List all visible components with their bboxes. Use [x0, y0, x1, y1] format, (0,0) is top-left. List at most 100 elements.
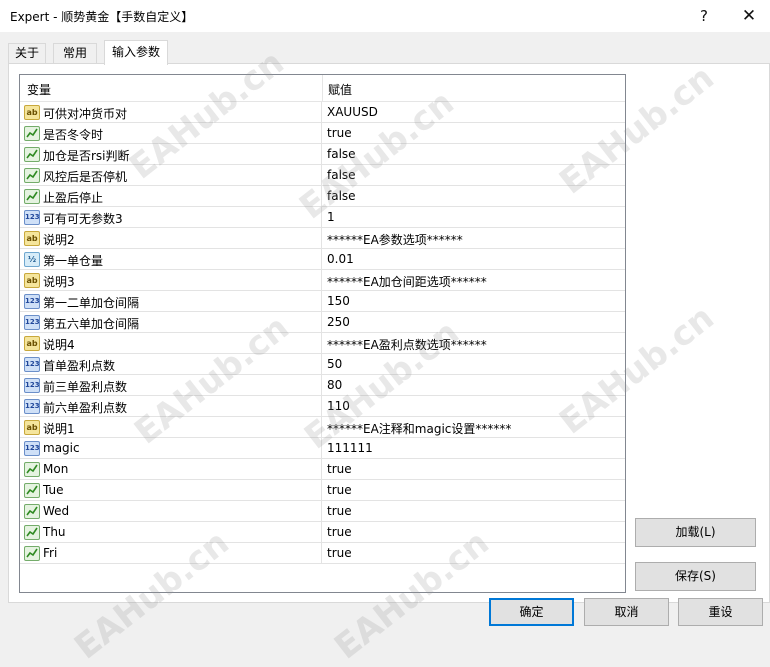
- variable-cell[interactable]: 123 可有可无参数3: [20, 207, 322, 227]
- reset-button[interactable]: 重设: [678, 598, 763, 626]
- table-row[interactable]: 是否冬令时 true: [20, 123, 625, 144]
- table-row[interactable]: 风控后是否停机 false: [20, 165, 625, 186]
- value-cell[interactable]: 110: [327, 399, 350, 413]
- variable-cell[interactable]: 123 magic: [20, 438, 322, 458]
- bool-param-icon: [24, 168, 40, 183]
- variable-cell[interactable]: ab 说明3: [20, 270, 322, 290]
- value-cell[interactable]: 150: [327, 294, 350, 308]
- value-cell[interactable]: 0.01: [327, 252, 354, 266]
- integer-param-icon: 123: [24, 378, 40, 393]
- value-cell[interactable]: true: [327, 483, 352, 497]
- variable-name: 说明2: [43, 233, 75, 247]
- bool-param-icon: [24, 126, 40, 141]
- help-button[interactable]: ?: [689, 4, 719, 28]
- grid-header: 变量 赋值: [20, 75, 625, 102]
- variable-cell[interactable]: Wed: [20, 501, 322, 521]
- value-cell[interactable]: ******EA注释和magic设置******: [327, 420, 511, 437]
- variable-cell[interactable]: 123 第五六单加仓间隔: [20, 312, 322, 332]
- table-row[interactable]: 止盈后停止 false: [20, 186, 625, 207]
- variable-name: Thu: [43, 525, 66, 539]
- variable-cell[interactable]: Tue: [20, 480, 322, 500]
- value-cell[interactable]: 1: [327, 210, 335, 224]
- variable-cell[interactable]: Thu: [20, 522, 322, 542]
- value-cell[interactable]: true: [327, 126, 352, 140]
- column-separator[interactable]: [322, 75, 323, 102]
- variable-cell[interactable]: 是否冬令时: [20, 123, 322, 143]
- value-cell[interactable]: false: [327, 168, 356, 182]
- variable-cell[interactable]: ½ 第一单仓量: [20, 249, 322, 269]
- variable-cell[interactable]: 止盈后停止: [20, 186, 322, 206]
- variable-name: 说明3: [43, 275, 75, 289]
- tab-inputs[interactable]: 输入参数: [104, 40, 168, 65]
- value-cell[interactable]: 250: [327, 315, 350, 329]
- ok-button[interactable]: 确定: [489, 598, 574, 626]
- variable-cell[interactable]: ab 说明1: [20, 417, 322, 437]
- table-row[interactable]: ab 可供对冲货币对 XAUUSD: [20, 102, 625, 123]
- value-cell[interactable]: 111111: [327, 441, 373, 455]
- table-row[interactable]: 123 magic 111111: [20, 438, 625, 459]
- variable-cell[interactable]: ab 说明4: [20, 333, 322, 353]
- table-row[interactable]: 123 首单盈利点数 50: [20, 354, 625, 375]
- load-button[interactable]: 加载(L): [635, 518, 756, 547]
- value-cell[interactable]: true: [327, 525, 352, 539]
- value-cell[interactable]: ******EA加仓间距选项******: [327, 273, 487, 290]
- variable-name: 说明4: [43, 338, 75, 352]
- table-row[interactable]: Mon true: [20, 459, 625, 480]
- table-row[interactable]: ab 说明2 ******EA参数选项******: [20, 228, 625, 249]
- value-cell[interactable]: true: [327, 504, 352, 518]
- variable-cell[interactable]: 123 前三单盈利点数: [20, 375, 322, 395]
- table-row[interactable]: Fri true: [20, 543, 625, 564]
- variable-cell[interactable]: 加仓是否rsi判断: [20, 144, 322, 164]
- table-row[interactable]: 123 第五六单加仓间隔 250: [20, 312, 625, 333]
- variable-cell[interactable]: Fri: [20, 543, 322, 563]
- table-row[interactable]: ab 说明4 ******EA盈利点数选项******: [20, 333, 625, 354]
- table-row[interactable]: 加仓是否rsi判断 false: [20, 144, 625, 165]
- integer-param-icon: 123: [24, 210, 40, 225]
- value-cell[interactable]: ******EA盈利点数选项******: [327, 336, 487, 353]
- text-param-icon: ab: [24, 105, 40, 120]
- cancel-button[interactable]: 取消: [584, 598, 669, 626]
- variable-cell[interactable]: 123 前六单盈利点数: [20, 396, 322, 416]
- variable-cell[interactable]: ab 说明2: [20, 228, 322, 248]
- variable-cell[interactable]: 风控后是否停机: [20, 165, 322, 185]
- table-row[interactable]: Wed true: [20, 501, 625, 522]
- table-row[interactable]: 123 前三单盈利点数 80: [20, 375, 625, 396]
- variable-name: 风控后是否停机: [43, 170, 128, 184]
- column-header-value[interactable]: 赋值: [328, 81, 352, 98]
- value-cell[interactable]: 80: [327, 378, 342, 392]
- value-cell[interactable]: ******EA参数选项******: [327, 231, 463, 248]
- variable-cell[interactable]: 123 首单盈利点数: [20, 354, 322, 374]
- value-cell[interactable]: true: [327, 462, 352, 476]
- variable-name: 止盈后停止: [43, 191, 104, 205]
- value-cell[interactable]: XAUUSD: [327, 105, 378, 119]
- table-row[interactable]: 123 第一二单加仓间隔 150: [20, 291, 625, 312]
- variable-name: Mon: [43, 462, 69, 476]
- variable-name: 可有可无参数3: [43, 212, 123, 226]
- variable-name: 是否冬令时: [43, 128, 104, 142]
- table-row[interactable]: 123 可有可无参数3 1: [20, 207, 625, 228]
- table-row[interactable]: ab 说明1 ******EA注释和magic设置******: [20, 417, 625, 438]
- variable-name: 第一二单加仓间隔: [43, 296, 140, 310]
- column-header-variable[interactable]: 变量: [27, 81, 51, 98]
- variable-name: 第一单仓量: [43, 254, 104, 268]
- variable-cell[interactable]: ab 可供对冲货币对: [20, 102, 322, 122]
- value-cell[interactable]: false: [327, 147, 356, 161]
- table-row[interactable]: ab 说明3 ******EA加仓间距选项******: [20, 270, 625, 291]
- table-row[interactable]: 123 前六单盈利点数 110: [20, 396, 625, 417]
- tab-common[interactable]: 常用: [53, 43, 97, 64]
- value-cell[interactable]: true: [327, 546, 352, 560]
- integer-param-icon: 123: [24, 315, 40, 330]
- table-row[interactable]: Tue true: [20, 480, 625, 501]
- value-cell[interactable]: 50: [327, 357, 342, 371]
- variable-cell[interactable]: 123 第一二单加仓间隔: [20, 291, 322, 311]
- value-cell[interactable]: false: [327, 189, 356, 203]
- variable-name: 前三单盈利点数: [43, 380, 128, 394]
- table-row[interactable]: Thu true: [20, 522, 625, 543]
- table-row[interactable]: ½ 第一单仓量 0.01: [20, 249, 625, 270]
- variable-cell[interactable]: Mon: [20, 459, 322, 479]
- parameters-grid: 变量 赋值 ab 可供对冲货币对 XAUUSD 是否冬令时 true 加仓是否rsi判断 f…: [19, 74, 626, 593]
- tab-about[interactable]: 关于: [8, 43, 46, 64]
- bool-param-icon: [24, 189, 40, 204]
- save-button[interactable]: 保存(S): [635, 562, 756, 591]
- close-button[interactable]: ✕: [734, 4, 764, 28]
